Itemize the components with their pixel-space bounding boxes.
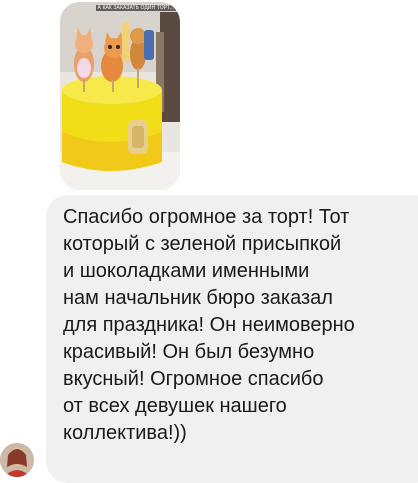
cake-photo [60,2,180,190]
avatar-photo [0,443,34,477]
story-caption: А КАК ЗАКАЗАТЬ ОДИН ТОРТ... [95,5,176,11]
chat-thread: А КАК ЗАКАЗАТЬ ОДИН ТОРТ... Спасибо огро… [0,0,418,483]
cake-photo-message[interactable]: А КАК ЗАКАЗАТЬ ОДИН ТОРТ... [60,2,180,190]
sender-avatar[interactable] [0,443,34,477]
message-text: Спасибо огромное за торт! Тот который с … [63,206,355,444]
